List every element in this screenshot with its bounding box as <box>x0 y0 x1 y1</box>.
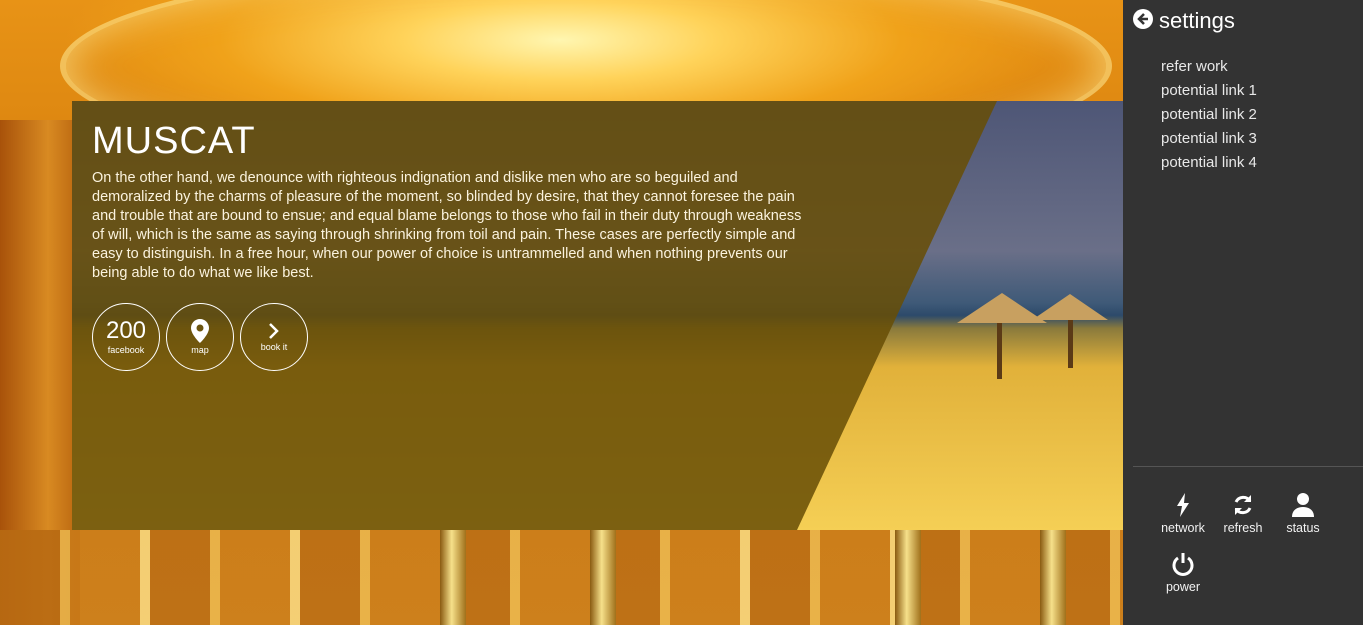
destination-card: MUSCAT On the other hand, we denounce wi… <box>72 101 1123 530</box>
settings-header: settings <box>1133 8 1235 34</box>
network-button[interactable]: network <box>1153 493 1213 535</box>
power-button[interactable]: power <box>1153 552 1213 594</box>
settings-sidebar: settings refer work potential link 1 pot… <box>1123 0 1363 625</box>
settings-title: settings <box>1159 8 1235 33</box>
facebook-button[interactable]: 200 facebook <box>92 303 160 371</box>
sidebar-divider <box>1133 466 1363 467</box>
facebook-label: facebook <box>107 345 145 355</box>
link-potential-2[interactable]: potential link 2 <box>1161 103 1257 127</box>
book-it-label: book it <box>260 342 288 352</box>
city-title: MUSCAT <box>92 120 256 162</box>
power-label: power <box>1165 580 1201 594</box>
refresh-button[interactable]: refresh <box>1213 493 1273 535</box>
link-refer-work[interactable]: refer work <box>1161 55 1257 79</box>
facebook-count: 200 <box>105 317 147 344</box>
link-potential-3[interactable]: potential link 3 <box>1161 127 1257 151</box>
umbrella-pole <box>997 323 1002 379</box>
map-label: map <box>191 345 209 355</box>
refresh-icon <box>1213 493 1273 517</box>
bolt-icon <box>1153 493 1213 517</box>
book-it-button[interactable]: book it <box>240 303 308 371</box>
user-icon <box>1273 493 1333 517</box>
lower-hall <box>0 530 1123 625</box>
map-marker-icon <box>191 319 209 343</box>
umbrella <box>1032 294 1108 320</box>
refresh-label: refresh <box>1223 521 1263 535</box>
map-button[interactable]: map <box>166 303 234 371</box>
network-label: network <box>1161 521 1205 535</box>
arrow-circle-left-icon[interactable] <box>1133 8 1153 34</box>
status-label: status <box>1286 521 1320 535</box>
chevron-right-icon <box>268 322 280 340</box>
umbrella-pole <box>1068 320 1073 368</box>
action-buttons: 200 facebook map book it <box>92 303 802 371</box>
hero-content: MUSCAT On the other hand, we denounce wi… <box>92 119 802 371</box>
link-potential-1[interactable]: potential link 1 <box>1161 79 1257 103</box>
city-description: On the other hand, we denounce with righ… <box>92 170 802 281</box>
status-button[interactable]: status <box>1273 493 1333 535</box>
power-icon <box>1153 552 1213 576</box>
settings-links: refer work potential link 1 potential li… <box>1161 55 1257 175</box>
link-potential-4[interactable]: potential link 4 <box>1161 151 1257 175</box>
